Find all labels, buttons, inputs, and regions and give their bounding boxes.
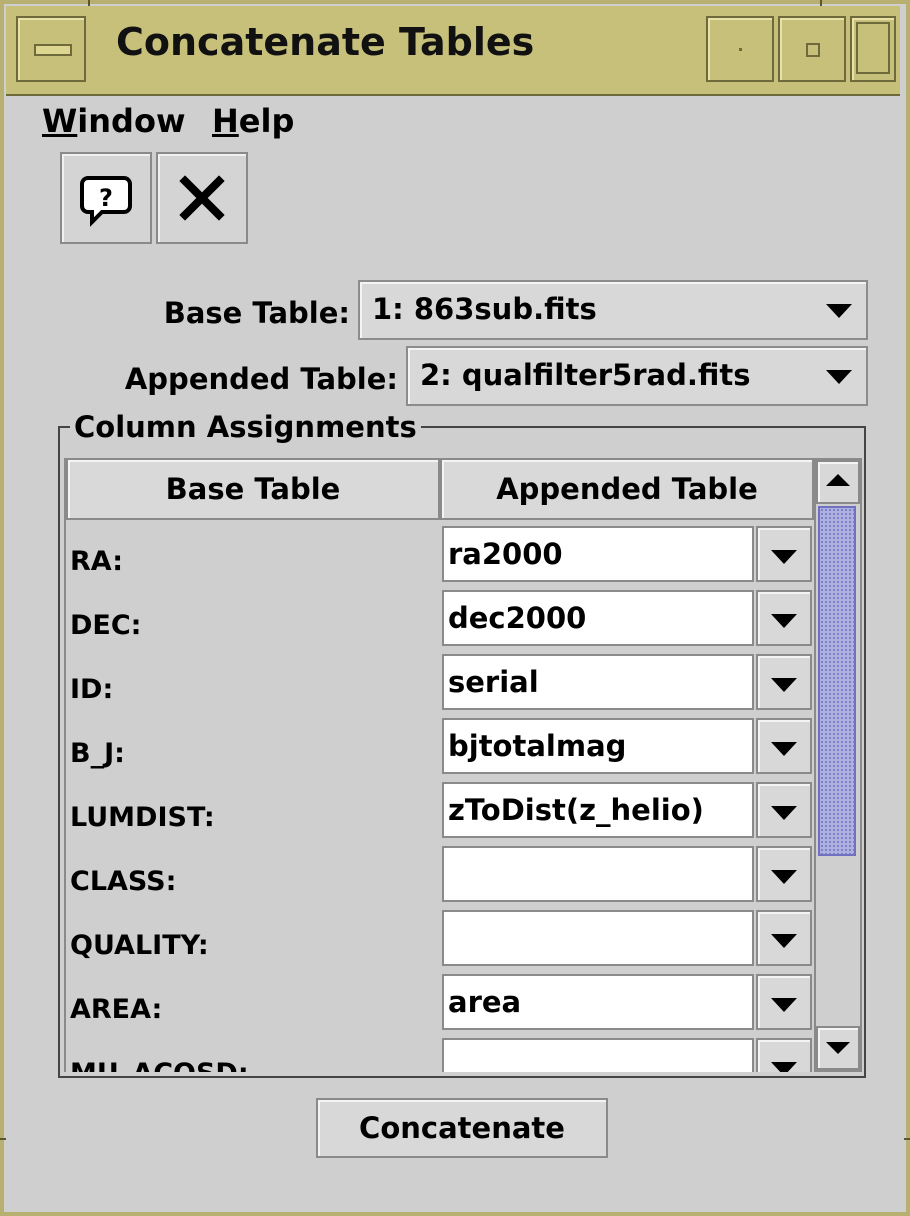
row-label: DEC: bbox=[70, 610, 142, 641]
svg-text:?: ? bbox=[99, 184, 113, 212]
menu-help-label: elp bbox=[238, 102, 295, 140]
chevron-down-icon bbox=[771, 742, 797, 756]
appended-table-combo[interactable]: 2: qualfilter5rad.fits bbox=[406, 346, 868, 406]
title-bar[interactable]: Concatenate Tables bbox=[6, 6, 900, 96]
column-select-dropdown[interactable] bbox=[756, 526, 812, 582]
column-select-dropdown[interactable] bbox=[756, 846, 812, 902]
help-bubble-icon: ? bbox=[80, 176, 132, 227]
column-select-field[interactable] bbox=[442, 910, 754, 966]
column-select-value: zToDist(z_helio) bbox=[448, 793, 704, 827]
column-select-value: serial bbox=[448, 665, 539, 699]
column-assignments-table: Base Table Appended Table RA: ra2000 DEC… bbox=[64, 458, 814, 1072]
column-select-field[interactable]: dec2000 bbox=[442, 590, 754, 646]
column-select-dropdown[interactable] bbox=[756, 590, 812, 646]
column-select-value: area bbox=[448, 985, 522, 1019]
concatenate-button[interactable]: Concatenate bbox=[316, 1098, 608, 1158]
header-appended-table[interactable]: Appended Table bbox=[440, 458, 814, 520]
minimize-button[interactable] bbox=[706, 16, 774, 82]
column-select-field[interactable]: bjtotalmag bbox=[442, 718, 754, 774]
column-select-field[interactable]: area bbox=[442, 974, 754, 1030]
column-select-dropdown[interactable] bbox=[756, 1038, 812, 1072]
chevron-down-icon bbox=[771, 614, 797, 628]
chevron-down-icon bbox=[826, 304, 852, 318]
frame-notch bbox=[0, 1138, 6, 1140]
row-label: LUMDIST: bbox=[70, 802, 215, 833]
appended-table-label: Appended Table: bbox=[124, 362, 398, 396]
menu-help-mnemonic: H bbox=[212, 102, 239, 140]
chevron-down-icon bbox=[771, 806, 797, 820]
chevron-down-icon bbox=[771, 678, 797, 692]
chevron-down-icon bbox=[771, 934, 797, 948]
menu-help[interactable]: Help bbox=[212, 102, 294, 140]
column-select-value: ra2000 bbox=[448, 537, 563, 571]
arrow-up-icon bbox=[826, 474, 850, 486]
base-table-value: 1: 863sub.fits bbox=[372, 292, 597, 326]
scroll-up-button[interactable] bbox=[816, 460, 860, 504]
menu-window[interactable]: Window bbox=[42, 102, 186, 140]
menu-bar: Window Help bbox=[6, 96, 900, 144]
column-select-dropdown[interactable] bbox=[756, 718, 812, 774]
column-select-field[interactable]: ra2000 bbox=[442, 526, 754, 582]
maximize-icon bbox=[856, 22, 890, 74]
row-label: CLASS: bbox=[70, 866, 177, 897]
column-select-field[interactable]: serial bbox=[442, 654, 754, 710]
vertical-scrollbar[interactable] bbox=[814, 458, 862, 1072]
column-select-value: dec2000 bbox=[448, 601, 587, 635]
menu-window-mnemonic: W bbox=[42, 102, 78, 140]
base-table-label: Base Table: bbox=[163, 296, 350, 330]
frame-notch bbox=[904, 1138, 910, 1140]
chevron-down-icon bbox=[771, 1062, 797, 1072]
minimize-icon bbox=[739, 48, 742, 51]
column-select-field[interactable]: zToDist(z_helio) bbox=[442, 782, 754, 838]
window-menu-icon bbox=[34, 44, 72, 56]
row-label: QUALITY: bbox=[70, 930, 209, 961]
row-label: RA: bbox=[70, 546, 123, 577]
column-select-field[interactable] bbox=[442, 1038, 754, 1072]
menu-window-label: indow bbox=[77, 102, 186, 140]
help-button[interactable]: ? bbox=[60, 152, 152, 244]
scroll-down-button[interactable] bbox=[816, 1026, 860, 1070]
chevron-down-icon bbox=[826, 370, 852, 384]
appended-table-value: 2: qualfilter5rad.fits bbox=[420, 358, 751, 392]
row-label: MU_ACOSD: bbox=[70, 1058, 249, 1072]
maximize-button[interactable] bbox=[850, 16, 896, 82]
row-label: ID: bbox=[70, 674, 114, 705]
chevron-down-icon bbox=[771, 870, 797, 884]
base-table-combo[interactable]: 1: 863sub.fits bbox=[358, 280, 868, 340]
column-assignments-title: Column Assignments bbox=[70, 410, 421, 444]
column-select-field[interactable] bbox=[442, 846, 754, 902]
close-button[interactable] bbox=[156, 152, 248, 244]
window-title: Concatenate Tables bbox=[116, 20, 535, 64]
column-select-dropdown[interactable] bbox=[756, 974, 812, 1030]
row-label: AREA: bbox=[70, 994, 163, 1025]
header-base-table[interactable]: Base Table bbox=[66, 458, 440, 520]
chevron-down-icon bbox=[771, 998, 797, 1012]
close-x-icon bbox=[179, 175, 225, 221]
column-select-dropdown[interactable] bbox=[756, 654, 812, 710]
window-menu-button[interactable] bbox=[16, 16, 86, 82]
scroll-thumb[interactable] bbox=[818, 506, 856, 856]
column-select-dropdown[interactable] bbox=[756, 782, 812, 838]
restore-icon bbox=[806, 43, 820, 57]
column-select-dropdown[interactable] bbox=[756, 910, 812, 966]
column-select-value: bjtotalmag bbox=[448, 729, 627, 763]
row-label: B_J: bbox=[70, 738, 125, 769]
restore-button[interactable] bbox=[778, 16, 846, 82]
chevron-down-icon bbox=[771, 550, 797, 564]
arrow-down-icon bbox=[826, 1042, 850, 1054]
